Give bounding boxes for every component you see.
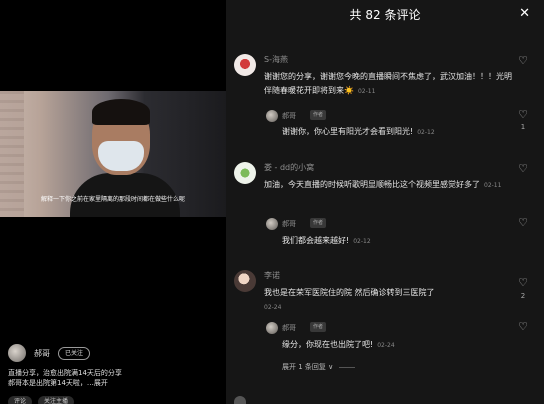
- chip-comment[interactable]: 评论: [8, 396, 33, 404]
- expand-replies-button[interactable]: 展开 1 条回复 ∨: [282, 362, 356, 372]
- description-line-1: 直播分享，治愈出院满14天后的分享: [8, 369, 122, 377]
- video-player[interactable]: 解释一下你之前在家里隔离的那段时间都在做些什么呢 郝哥 已关注 直播分享，治愈出…: [0, 0, 226, 404]
- comment-body: 谢谢您的分享，谢谢您今晚的直播瞬间不焦虑了，武汉加油！！！光明伴随春暖花开即将到…: [264, 72, 512, 95]
- like-count: 2: [520, 292, 526, 300]
- like-icon[interactable]: ♡: [516, 216, 530, 229]
- comment-date: 02-24: [264, 304, 282, 311]
- reply-avatar[interactable]: [266, 322, 278, 334]
- video-subtitle: 解释一下你之前在家里隔离的那段时间都在做些什么呢: [40, 196, 185, 203]
- reply-username[interactable]: 郝哥: [282, 219, 296, 229]
- reply-text: 谢谢你，你心里有阳光才会看到阳光! 02-12: [282, 126, 435, 137]
- chip-follow-streamer[interactable]: 关注主播: [38, 396, 75, 404]
- comment-text: 加油，今天直播的时候听歌明显顺畅比这个视频里感觉好多了 02-11: [264, 178, 514, 193]
- like-icon[interactable]: ♡: [516, 162, 530, 175]
- follow-button[interactable]: 已关注: [58, 346, 91, 360]
- comment-body: 加油，今天直播的时候听歌明显顺畅比这个视频里感觉好多了: [264, 180, 480, 189]
- commenter-avatar: [234, 396, 246, 404]
- reply-body: 谢谢你，你心里有阳光才会看到阳光!: [282, 127, 414, 136]
- like-icon[interactable]: ♡: [516, 54, 530, 67]
- streamer-info: 郝哥 已关注: [8, 344, 91, 362]
- author-badge: 作者: [310, 218, 327, 228]
- reply-avatar[interactable]: [266, 218, 278, 230]
- comment-date: 02-11: [357, 88, 376, 95]
- commenter-avatar[interactable]: [234, 54, 256, 76]
- commenter-avatar[interactable]: [234, 162, 256, 184]
- divider: [339, 366, 356, 368]
- sun-emoji: ☀️: [344, 86, 354, 95]
- reply-date: 02-12: [417, 129, 435, 136]
- comments-panel: 共 82 条评论 ✕ S-海燕 谢谢您的分享，谢谢您今晚的直播瞬间不焦虑了，武汉…: [226, 0, 544, 404]
- commenter-name[interactable]: 李诺: [264, 270, 280, 281]
- author-badge: 作者: [310, 110, 327, 120]
- like-count: 1: [520, 123, 526, 131]
- face-mask: [98, 141, 144, 171]
- comment-date: 02-11: [484, 182, 502, 189]
- like-icon[interactable]: ♡: [516, 108, 530, 121]
- bottom-chips: 评论 关注主播: [8, 396, 75, 404]
- reply-body: 缘分，你现在也出院了吧!: [282, 340, 374, 349]
- video-description[interactable]: 直播分享，治愈出院满14天后的分享 郝哥本是出院第14天啦，…展开: [8, 368, 208, 388]
- reply-username[interactable]: 郝哥: [282, 111, 296, 121]
- description-line-2: 郝哥本是出院第14天啦，…展开: [8, 379, 108, 387]
- reply-avatar[interactable]: [266, 110, 278, 122]
- streamer-avatar[interactable]: [8, 344, 26, 362]
- comment-body: 我也是在荣军医院住的院 然后确诊转到三医院了: [264, 288, 435, 297]
- next-comment-peek: [234, 396, 536, 404]
- reply-text: 我们都会越来越好! 02-12: [282, 235, 371, 246]
- reply-text: 缘分，你现在也出院了吧! 02-24: [282, 339, 395, 350]
- reply-date: 02-12: [353, 238, 371, 245]
- author-badge: 作者: [310, 322, 327, 332]
- commenter-name[interactable]: S-海燕: [264, 54, 288, 65]
- commenter-name[interactable]: 娄 - dd的小窝: [264, 162, 314, 173]
- video-frame[interactable]: 解释一下你之前在家里隔离的那段时间都在做些什么呢: [0, 91, 226, 217]
- streamer-name[interactable]: 郝哥: [34, 348, 50, 359]
- like-icon[interactable]: ♡: [516, 320, 530, 333]
- expand-label: 展开 1 条回复 ∨: [282, 363, 334, 371]
- comments-title: 共 82 条评论: [349, 8, 421, 22]
- reply-username[interactable]: 郝哥: [282, 323, 296, 333]
- reply-body: 我们都会越来越好!: [282, 236, 350, 245]
- commenter-avatar[interactable]: [234, 270, 256, 292]
- like-icon[interactable]: ♡: [516, 276, 530, 289]
- close-icon[interactable]: ✕: [519, 6, 530, 21]
- reply-date: 02-24: [377, 342, 395, 349]
- person-hair: [92, 99, 150, 125]
- comment-text: 谢谢您的分享，谢谢您今晚的直播瞬间不焦虑了，武汉加油！！！光明伴随春暖花开即将到…: [264, 70, 514, 99]
- comment-text: 我也是在荣军医院住的院 然后确诊转到三医院了 02-24: [264, 286, 514, 315]
